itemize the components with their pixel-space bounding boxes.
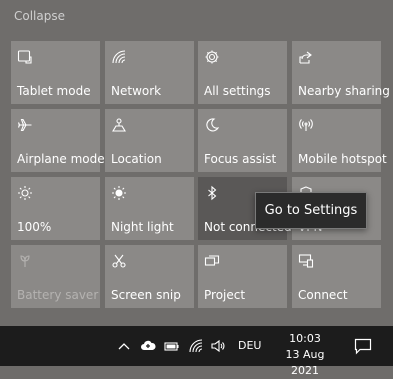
screen-snip-icon xyxy=(111,253,127,269)
onedrive-cloud-icon[interactable] xyxy=(140,338,156,354)
chevron-up-icon[interactable] xyxy=(116,338,132,354)
tile-network[interactable]: Network xyxy=(105,41,194,104)
tile-battery-saver[interactable]: Battery saver xyxy=(11,245,100,308)
tile-connect[interactable]: Connect xyxy=(292,245,381,308)
tile-project[interactable]: Project xyxy=(198,245,287,308)
collapse-link[interactable]: Collapse xyxy=(14,9,65,23)
tile-brightness[interactable]: 100% xyxy=(11,177,100,240)
tile-label: All settings xyxy=(204,84,271,98)
tile-label: Screen snip xyxy=(111,288,181,302)
tile-tablet-mode[interactable]: Tablet mode xyxy=(11,41,100,104)
tile-location[interactable]: Location xyxy=(105,109,194,172)
tile-night-light[interactable]: Night light xyxy=(105,177,194,240)
airplane-icon xyxy=(17,117,33,133)
battery-saver-icon xyxy=(17,253,33,269)
tile-focus-assist[interactable]: Focus assist xyxy=(198,109,287,172)
tile-label: Night light xyxy=(111,220,174,234)
tile-nearby-sharing[interactable]: Nearby sharing xyxy=(292,41,390,104)
tile-label: Project xyxy=(204,288,246,302)
action-center-button[interactable] xyxy=(344,326,382,366)
location-icon xyxy=(111,117,127,133)
tile-all-settings[interactable]: All settings xyxy=(198,41,287,104)
volume-icon[interactable] xyxy=(210,338,226,354)
tile-label: Tablet mode xyxy=(17,84,91,98)
brightness-icon xyxy=(17,185,33,201)
network-icon xyxy=(111,49,127,65)
tile-label: 100% xyxy=(17,220,52,234)
language-indicator[interactable]: DEU xyxy=(238,339,261,352)
project-icon xyxy=(204,253,220,269)
tile-label: Airplane mode xyxy=(17,152,105,166)
quick-actions-grid: Tablet mode Network All settings Nearby … xyxy=(11,41,390,312)
tile-label: Network xyxy=(111,84,162,98)
night-light-icon xyxy=(111,185,127,201)
tile-label: Location xyxy=(111,152,162,166)
battery-icon[interactable] xyxy=(164,338,180,354)
tile-label: Focus assist xyxy=(204,152,277,166)
share-icon xyxy=(298,49,314,65)
wifi-icon[interactable] xyxy=(188,338,204,354)
clock-date: 13 Aug 2021 xyxy=(285,348,325,377)
tile-screen-snip[interactable]: Screen snip xyxy=(105,245,194,308)
hotspot-icon xyxy=(298,117,314,133)
clock-time: 10:03 xyxy=(289,332,321,345)
taskbar: DEU 10:03 13 Aug 2021 xyxy=(0,326,393,377)
tile-airplane-mode[interactable]: Airplane mode xyxy=(11,109,105,172)
moon-icon xyxy=(204,117,220,133)
tablet-mode-icon xyxy=(17,49,33,65)
tile-label: Battery saver xyxy=(17,288,99,302)
tile-label: Mobile hotspot xyxy=(298,152,387,166)
connect-icon xyxy=(298,253,314,269)
clock[interactable]: 10:03 13 Aug 2021 xyxy=(272,331,338,379)
tile-label: Nearby sharing xyxy=(298,84,390,98)
tile-label: Connect xyxy=(298,288,348,302)
bluetooth-icon xyxy=(204,185,220,201)
action-center-icon xyxy=(354,338,372,355)
action-center-panel: Collapse Tablet mode Network All setting… xyxy=(0,0,393,326)
tile-mobile-hotspot[interactable]: Mobile hotspot xyxy=(292,109,387,172)
gear-icon xyxy=(204,49,220,65)
tooltip: Go to Settings xyxy=(255,192,367,229)
